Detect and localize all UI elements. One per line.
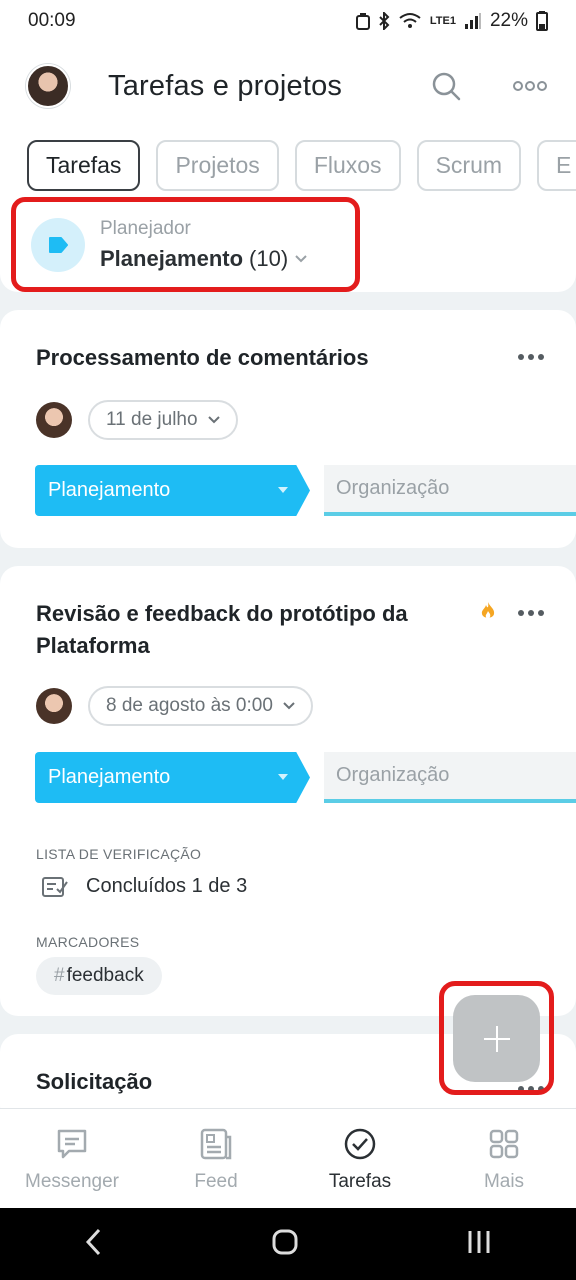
flame-icon xyxy=(481,602,495,619)
alarm-icon xyxy=(355,13,370,30)
planner-label: Planejador xyxy=(100,217,191,239)
deadline-pill[interactable]: 11 de julho xyxy=(88,400,238,440)
nav-messenger[interactable]: Messenger xyxy=(0,1109,144,1208)
back-button[interactable] xyxy=(84,1227,104,1262)
grid-icon xyxy=(489,1129,519,1159)
tag-chip[interactable]: # feedback xyxy=(36,957,162,995)
planner-icon-wrap xyxy=(31,217,85,272)
task-title[interactable]: Revisão e feedback do protótipo da Plata… xyxy=(36,598,408,662)
nav-tarefas[interactable]: Tarefas xyxy=(288,1109,432,1208)
home-icon xyxy=(272,1229,298,1254)
stage-label: Planejamento xyxy=(48,766,171,788)
bluetooth-icon xyxy=(379,12,390,30)
task-title[interactable]: Processamento de comentários xyxy=(36,342,369,374)
system-navigation-bar xyxy=(0,1208,576,1280)
deadline-pill[interactable]: 8 de agosto às 0:00 xyxy=(88,686,313,726)
task-menu-button[interactable] xyxy=(518,340,544,366)
status-time: 00:09 xyxy=(28,10,76,31)
stage-button[interactable]: Planejamento xyxy=(35,752,310,803)
nav-mais[interactable]: Mais xyxy=(432,1109,576,1208)
next-stage-label: Organização xyxy=(336,764,450,786)
battery-level: 22% xyxy=(489,10,528,31)
planner-count: (10) xyxy=(249,245,289,271)
search-icon xyxy=(432,72,461,101)
assignee-avatar[interactable] xyxy=(36,402,72,438)
user-avatar[interactable] xyxy=(26,64,70,108)
next-stage-label: Organização xyxy=(336,477,450,499)
planner-selector[interactable]: Planejador Planejamento (10) xyxy=(11,197,360,292)
tab-fluxos[interactable]: Fluxos xyxy=(294,139,401,191)
nav-label: Mais xyxy=(483,1171,525,1192)
task-card[interactable]: Processamento de comentários 11 de julho… xyxy=(0,310,576,548)
nav-label: Tarefas xyxy=(328,1171,392,1192)
chat-icon xyxy=(57,1129,87,1159)
checklist-section-label: LISTA DE VERIFICAÇÃO xyxy=(36,846,202,862)
assignee-avatar[interactable] xyxy=(36,688,72,724)
back-icon xyxy=(85,1228,100,1255)
wifi-icon xyxy=(399,13,421,28)
next-stage-button[interactable]: Organização xyxy=(324,465,576,516)
tag-hash: # xyxy=(54,965,65,986)
nav-label: Feed xyxy=(194,1171,238,1192)
task-title-line: Plataforma xyxy=(36,633,150,658)
page-title: Tarefas e projetos xyxy=(108,69,343,102)
planner-value: Planejamento xyxy=(100,245,244,271)
chevron-down-icon xyxy=(295,254,307,262)
signal-icon xyxy=(464,13,481,29)
checklist-summary[interactable]: Concluídos 1 de 3 xyxy=(42,874,247,898)
app-header: Tarefas e projetos xyxy=(0,42,576,130)
next-stage-button[interactable]: Organização xyxy=(324,752,576,803)
checklist-icon xyxy=(42,877,68,897)
home-button[interactable] xyxy=(271,1228,299,1261)
tab-more[interactable]: E xyxy=(537,139,576,191)
tab-tarefas[interactable]: Tarefas xyxy=(27,139,141,191)
chevron-down-icon xyxy=(283,702,295,710)
network-type: LTE1 xyxy=(429,15,456,27)
stage-button[interactable]: Planejamento xyxy=(35,465,310,516)
nav-label: Messenger xyxy=(25,1171,119,1192)
task-title-line: Revisão e feedback do protótipo da xyxy=(36,601,408,626)
view-tabs: Tarefas Projetos Fluxos Scrum E xyxy=(0,130,576,200)
check-circle-icon xyxy=(344,1128,376,1160)
tab-projetos[interactable]: Projetos xyxy=(156,139,279,191)
tag-icon xyxy=(49,236,68,253)
more-button[interactable] xyxy=(510,66,550,106)
add-task-button[interactable] xyxy=(453,995,540,1082)
tag-label: feedback xyxy=(66,965,144,986)
checklist-progress: Concluídos 1 de 3 xyxy=(86,874,248,897)
more-dots-icon xyxy=(518,354,544,360)
task-title[interactable]: Solicitação xyxy=(36,1066,152,1098)
chevron-down-icon xyxy=(207,416,220,424)
task-menu-button[interactable] xyxy=(518,596,544,622)
status-bar: 00:09 LTE1 22% xyxy=(0,0,576,42)
stage-label: Planejamento xyxy=(48,479,171,501)
more-horizontal-icon xyxy=(513,81,547,91)
search-button[interactable] xyxy=(426,66,466,106)
battery-icon xyxy=(536,11,548,31)
feed-icon xyxy=(200,1128,232,1160)
plus-icon xyxy=(483,1025,510,1052)
caret-down-icon xyxy=(278,487,288,493)
deadline-text: 8 de agosto às 0:00 xyxy=(106,695,273,716)
bottom-navigation: Messenger Feed Tarefas Mais xyxy=(0,1108,576,1208)
recents-button[interactable] xyxy=(466,1229,492,1260)
tags-section-label: MARCADORES xyxy=(36,934,140,950)
recents-icon xyxy=(468,1230,490,1253)
task-card[interactable]: Revisão e feedback do protótipo da Plata… xyxy=(0,566,576,1016)
nav-feed[interactable]: Feed xyxy=(144,1109,288,1208)
tab-scrum[interactable]: Scrum xyxy=(416,139,522,191)
deadline-text: 11 de julho xyxy=(106,409,198,430)
more-dots-icon xyxy=(518,610,544,616)
caret-down-icon xyxy=(278,774,288,780)
